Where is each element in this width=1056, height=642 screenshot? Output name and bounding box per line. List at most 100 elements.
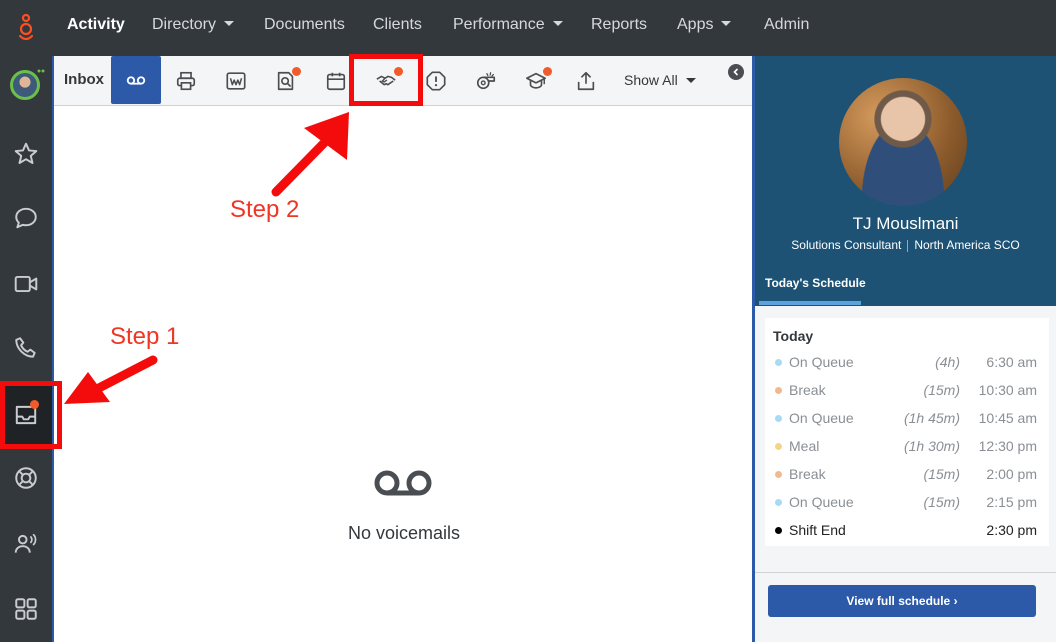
schedule-heading: Today [773, 328, 814, 344]
status-quote-icon [37, 69, 45, 73]
nav-admin[interactable]: Admin [764, 14, 809, 36]
sidebar-chat[interactable] [0, 187, 52, 249]
learning-filter-button[interactable] [511, 56, 561, 106]
evaluations-filter-button[interactable] [261, 56, 311, 106]
chevron-down-icon [224, 21, 235, 27]
fax-icon [176, 71, 196, 91]
chat-bubble-icon [15, 207, 37, 229]
status-dot [775, 359, 782, 366]
notification-dot [292, 67, 301, 76]
whistle-icon [476, 72, 496, 90]
nav-reports-label: Reports [591, 16, 648, 33]
status-dot [775, 527, 782, 534]
profile-name: TJ Mouslmani [852, 214, 959, 233]
schedule-duration: (15m) [923, 466, 960, 482]
divider [755, 572, 1056, 573]
voicemail-filter-button[interactable] [111, 56, 161, 104]
schedule-row: On Queue (1h 45m) 10:45 am [765, 405, 1049, 433]
chevron-down-icon [685, 77, 696, 83]
phone-icon [15, 337, 36, 358]
schedule-time: 12:30 pm [978, 438, 1037, 454]
nav-documents[interactable]: Documents [264, 14, 345, 36]
schedule-activity: Break [789, 466, 826, 482]
wem-icon [226, 72, 246, 90]
schedule-row: Shift End 2:30 pm [765, 517, 1049, 545]
status-dot [775, 415, 782, 422]
profile-subtitle: Solutions Consultant North America SCO [755, 238, 1056, 252]
schedule-activity: On Queue [789, 354, 854, 370]
left-sidebar [0, 56, 52, 642]
schedule-row: Meal (1h 30m) 12:30 pm [765, 433, 1049, 461]
notification-dot [543, 67, 552, 76]
nav-clients[interactable]: Clients [373, 14, 422, 36]
schedule-row: Break (15m) 2:00 pm [765, 461, 1049, 489]
sidebar-people[interactable] [0, 513, 52, 575]
nav-directory[interactable]: Directory [152, 14, 235, 36]
tab-todays-schedule[interactable]: Today's Schedule [765, 276, 866, 290]
nav-reports[interactable]: Reports [591, 14, 647, 36]
nav-activity-label: Activity [67, 16, 125, 33]
nav-performance[interactable]: Performance [453, 14, 563, 36]
status-dot [775, 471, 782, 478]
schedule-activity: On Queue [789, 494, 854, 510]
schedule-time: 2:15 pm [986, 494, 1037, 510]
nav-performance-label: Performance [453, 16, 545, 33]
status-dot [775, 387, 782, 394]
genesys-logo-icon[interactable] [14, 12, 38, 44]
schedule-duration: (1h 30m) [903, 438, 960, 454]
step2-highlight-box [349, 54, 423, 106]
sidebar-favorites[interactable] [0, 123, 52, 185]
share-filter-button[interactable] [561, 56, 611, 106]
schedule-row: Break (15m) 10:30 am [765, 377, 1049, 405]
schedule-row: On Queue (4h) 6:30 am [765, 349, 1049, 377]
nav-apps[interactable]: Apps [677, 14, 732, 36]
profile-title: Solutions Consultant [791, 238, 902, 252]
schedule-activity: Break [789, 382, 826, 398]
chevron-left-icon [733, 68, 739, 76]
nav-directory-label: Directory [152, 16, 217, 33]
star-icon [14, 142, 38, 164]
schedule-row: On Queue (15m) 2:15 pm [765, 489, 1049, 517]
profile-photo [839, 78, 967, 206]
nav-documents-label: Documents [264, 16, 345, 33]
apps-grid-icon [15, 598, 37, 620]
schedule-time: 2:30 pm [986, 522, 1037, 538]
nav-activity[interactable]: Activity [67, 14, 125, 36]
profile-division: North America SCO [914, 238, 1020, 252]
schedule-duration: (15m) [923, 494, 960, 510]
collapse-panel-button[interactable] [728, 64, 744, 80]
step1-label: Step 1 [110, 323, 180, 350]
sidebar-help[interactable] [0, 447, 52, 509]
nav-clients-label: Clients [373, 16, 422, 33]
share-upload-icon [577, 71, 595, 91]
step1-highlight-box [0, 381, 62, 449]
show-all-dropdown[interactable]: Show All [624, 72, 696, 88]
sidebar-apps[interactable] [0, 578, 52, 640]
chevron-down-icon [552, 21, 563, 27]
voicemail-icon [374, 470, 432, 496]
view-full-schedule-button[interactable]: View full schedule › [768, 585, 1036, 617]
schedule-duration: (4h) [935, 354, 960, 370]
wem-filter-button[interactable] [211, 56, 261, 106]
sidebar-video[interactable] [0, 253, 52, 315]
chevron-down-icon [721, 21, 732, 27]
schedule-activity: On Queue [789, 410, 854, 426]
profile-panel: TJ Mouslmani Solutions Consultant North A… [752, 56, 1056, 642]
avatar[interactable] [10, 70, 40, 100]
schedule-card: Today On Queue (4h) 6:30 am Break (15m) … [765, 318, 1049, 546]
coaching-filter-button[interactable] [461, 56, 511, 106]
voicemail-icon [126, 76, 146, 85]
profile-header: TJ Mouslmani Solutions Consultant North A… [755, 56, 1056, 306]
schedule-time: 10:45 am [978, 410, 1037, 426]
sidebar-phone[interactable] [0, 317, 52, 379]
schedule-duration: (15m) [923, 382, 960, 398]
schedule-time: 10:30 am [978, 382, 1037, 398]
divider [907, 239, 909, 252]
schedule-time: 2:00 pm [986, 466, 1037, 482]
nav-apps-label: Apps [677, 16, 714, 33]
inbox-title: Inbox [64, 71, 104, 88]
people-voice-icon [14, 533, 37, 553]
alert-icon [426, 71, 446, 91]
status-dot [775, 499, 782, 506]
fax-filter-button[interactable] [161, 56, 211, 106]
